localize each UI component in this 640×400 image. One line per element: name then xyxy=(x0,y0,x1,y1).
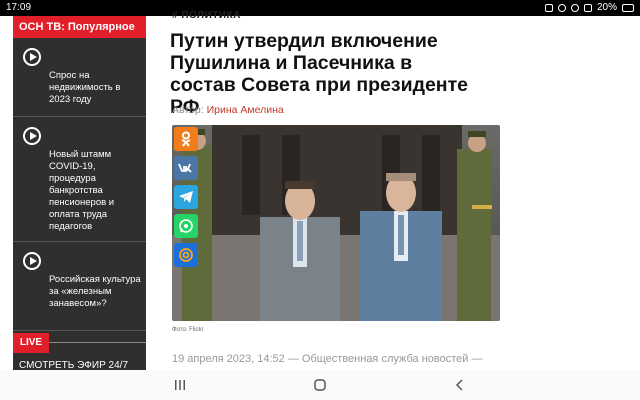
battery-percent: 20% xyxy=(596,2,617,13)
navigation-bar xyxy=(0,370,640,400)
article-meta: 19 апреля 2023, 14:52 — Общественная слу… xyxy=(172,353,483,365)
vk-icon xyxy=(178,163,192,173)
author-line: Автор: Ирина Амелина xyxy=(172,104,284,116)
share-telegram-button[interactable] xyxy=(174,185,198,209)
telegram-icon xyxy=(179,191,193,203)
watch-live-link[interactable]: СМОТРЕТЬ ЭФИР 24/7 xyxy=(19,360,128,370)
at-sign-icon xyxy=(179,248,193,262)
sidebar-item-text[interactable]: Новый штамм COVID-19, процедура банкротс… xyxy=(49,149,141,233)
status-time: 17:09 xyxy=(6,2,32,13)
category-tag[interactable]: # ПОЛИТИКА xyxy=(172,10,241,21)
status-bar: 17:09 20% xyxy=(0,0,640,16)
wifi-icon xyxy=(570,4,579,12)
share-whatsapp-button[interactable] xyxy=(174,214,198,238)
author-label: Автор: xyxy=(172,104,204,116)
sidebar-item-text[interactable]: Российская культура за «железным занавес… xyxy=(49,274,141,310)
recent-apps-button[interactable] xyxy=(170,376,190,394)
author-name[interactable]: Ирина Амелина xyxy=(207,104,284,116)
odnoklassniki-icon xyxy=(181,131,191,147)
play-icon[interactable] xyxy=(23,127,41,145)
signal-icon xyxy=(583,4,592,12)
back-button[interactable] xyxy=(450,376,470,394)
share-vkontakte-button[interactable] xyxy=(174,156,198,180)
article-photo xyxy=(172,125,500,321)
sidebar-header: ОСН ТВ: Популярное xyxy=(13,16,146,38)
sidebar-item-text[interactable]: Спрос на недвижимость в 2023 году xyxy=(49,70,141,106)
status-icons: 20% xyxy=(544,0,634,16)
share-odnoklassniki-button[interactable] xyxy=(174,127,198,151)
notification-icon xyxy=(544,4,553,12)
battery-icon xyxy=(622,4,634,12)
live-divider xyxy=(49,342,146,343)
back-icon xyxy=(455,379,463,391)
popular-sidebar: ОСН ТВ: Популярное Спрос на недвижимость… xyxy=(13,16,146,370)
whatsapp-icon xyxy=(179,219,193,233)
mute-icon xyxy=(557,4,566,12)
home-button[interactable] xyxy=(310,376,330,394)
photo-credit: Фото: Flickr xyxy=(172,327,204,333)
live-badge[interactable]: LIVE xyxy=(13,333,49,353)
share-mail-button[interactable] xyxy=(174,243,198,267)
sidebar-item-1[interactable]: Спрос на недвижимость в 2023 году xyxy=(13,38,146,117)
play-icon[interactable] xyxy=(23,252,41,270)
sidebar-item-2[interactable]: Новый штамм COVID-19, процедура банкротс… xyxy=(13,117,146,242)
recent-apps-icon xyxy=(175,380,185,390)
sidebar-item-3[interactable]: Российская культура за «железным занавес… xyxy=(13,242,146,331)
home-icon xyxy=(314,379,326,391)
play-icon[interactable] xyxy=(23,48,41,66)
